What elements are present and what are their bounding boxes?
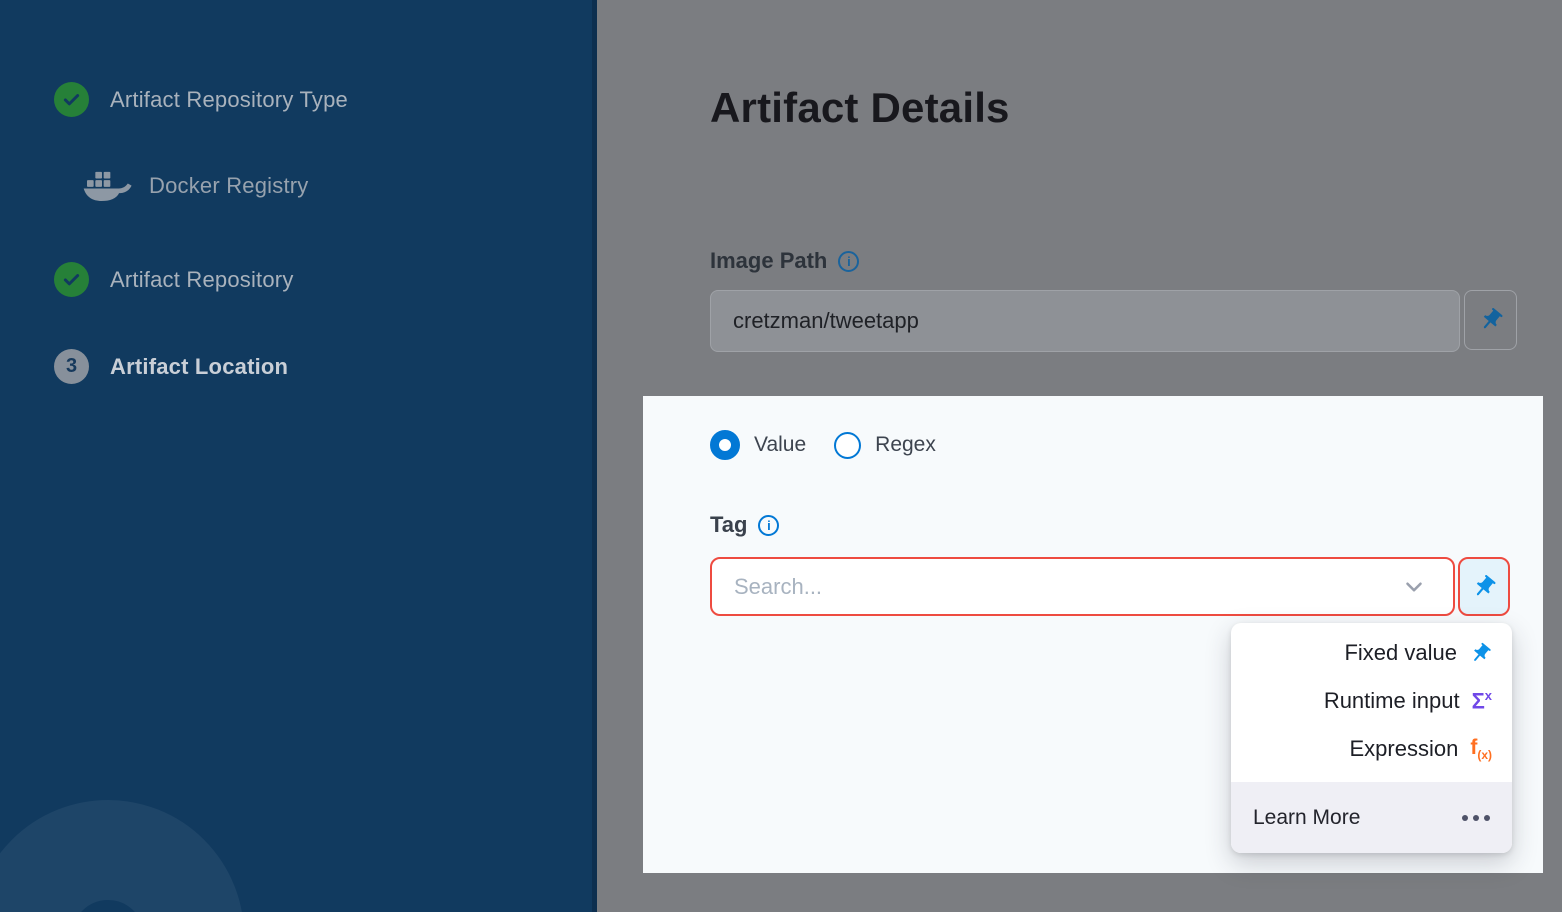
image-path-pin-button[interactable] [1464, 290, 1517, 350]
radio-value[interactable] [710, 430, 740, 460]
menu-item-runtime-input[interactable]: Runtime input Σx [1231, 677, 1512, 725]
radio-value-label: Value [754, 433, 806, 457]
radio-regex[interactable] [834, 432, 861, 459]
value-type-options: Fixed value Runtime input Σx Expression … [1231, 629, 1512, 773]
step-label: Artifact Location [110, 354, 288, 380]
step-number-badge: 3 [54, 349, 89, 384]
pin-icon [1478, 307, 1504, 333]
main-content: Artifact Details Image Path i Value Rege… [602, 0, 1562, 912]
value-type-dropdown: Fixed value Runtime input Σx Expression … [1231, 623, 1512, 853]
image-path-label-row: Image Path i [710, 248, 859, 274]
step-label: Artifact Repository [110, 267, 294, 293]
learn-more-link[interactable]: Learn More [1253, 806, 1360, 830]
info-icon[interactable]: i [838, 251, 859, 272]
more-options-icon[interactable] [1462, 815, 1490, 821]
menu-item-fixed-value[interactable]: Fixed value [1231, 629, 1512, 677]
sidebar-item-docker-registry[interactable]: Docker Registry [82, 166, 308, 206]
tag-search-input[interactable] [710, 557, 1455, 616]
sigma-icon: Σx [1472, 689, 1492, 712]
tag-settings-panel: Value Regex Tag i [643, 396, 1543, 873]
menu-item-expression[interactable]: Expression f(x) [1231, 725, 1512, 773]
pin-icon [1471, 574, 1497, 600]
artifact-wizard-screen: Artifact Repository Type Docker Registry [0, 0, 1562, 912]
sidebar-item-artifact-repository[interactable]: Artifact Repository [54, 262, 294, 297]
docker-whale-icon [82, 166, 132, 206]
pin-icon [1469, 642, 1492, 665]
wizard-sidebar: Artifact Repository Type Docker Registry [0, 0, 597, 912]
tag-label: Tag [710, 512, 747, 538]
sidebar-item-artifact-repository-type[interactable]: Artifact Repository Type [54, 82, 348, 117]
tag-pin-button[interactable] [1458, 557, 1510, 616]
image-path-label: Image Path [710, 248, 827, 274]
image-path-input[interactable] [710, 290, 1460, 352]
dropdown-footer: Learn More [1231, 782, 1512, 853]
decorative-wave [0, 800, 244, 912]
sidebar-item-artifact-location[interactable]: 3 Artifact Location [54, 349, 288, 384]
step-label: Docker Registry [149, 173, 308, 199]
tag-label-row: Tag i [710, 512, 779, 538]
tag-type-radio-group: Value Regex [710, 430, 936, 460]
radio-regex-label: Regex [875, 433, 936, 457]
step-label: Artifact Repository Type [110, 87, 348, 113]
page-title: Artifact Details [710, 84, 1010, 132]
check-icon [54, 82, 89, 117]
fx-icon: f(x) [1470, 737, 1492, 761]
info-icon[interactable]: i [758, 515, 779, 536]
check-icon [54, 262, 89, 297]
